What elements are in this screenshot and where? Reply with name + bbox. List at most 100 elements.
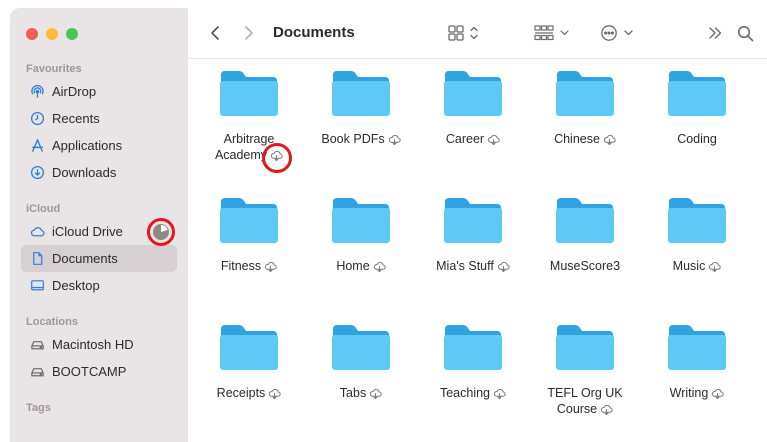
icon-grid-icon bbox=[448, 25, 478, 41]
folder-label: Chinese bbox=[554, 131, 616, 149]
folder-label: Coding bbox=[677, 131, 717, 147]
folder-label: Book PDFs bbox=[321, 131, 401, 149]
folder-name: Fitness bbox=[220, 259, 262, 273]
folder-name: Receipts bbox=[216, 386, 266, 400]
folder-name: Home bbox=[336, 259, 370, 273]
folder-item[interactable]: Fitness bbox=[193, 196, 305, 276]
folder-label: Career bbox=[446, 131, 500, 149]
sidebar-item-downloads[interactable]: Downloads bbox=[21, 159, 177, 186]
folder-item[interactable]: Tabs bbox=[305, 323, 417, 403]
more-toolbar-button[interactable] bbox=[705, 22, 725, 44]
forward-button[interactable] bbox=[240, 22, 258, 44]
applications-icon bbox=[29, 138, 45, 154]
folder-icon bbox=[443, 69, 503, 117]
folder-item[interactable]: TEFL Org UK Course bbox=[529, 323, 641, 419]
folder-item[interactable]: Home bbox=[305, 196, 417, 276]
folder-icon bbox=[331, 69, 391, 117]
view-mode-button[interactable] bbox=[443, 22, 483, 44]
group-by-button[interactable] bbox=[531, 22, 573, 44]
folder-name: Career bbox=[445, 132, 485, 146]
back-button[interactable] bbox=[206, 22, 224, 44]
sidebar-item-recents[interactable]: Recents bbox=[21, 105, 177, 132]
folder-label: TEFL Org UK Course bbox=[547, 385, 622, 419]
sidebar-item-label: Documents bbox=[52, 251, 118, 266]
desktop-icon bbox=[29, 278, 45, 294]
search-button[interactable] bbox=[734, 22, 756, 44]
folder-icon bbox=[331, 196, 391, 244]
document-icon bbox=[29, 251, 45, 267]
sidebar-item-airdrop[interactable]: AirDrop bbox=[21, 78, 177, 105]
cloud-download-icon[interactable] bbox=[493, 387, 506, 403]
cloud-download-icon[interactable] bbox=[268, 387, 282, 403]
zoom-button[interactable] bbox=[66, 28, 78, 40]
download-icon bbox=[29, 165, 45, 181]
folder-name: Coding bbox=[677, 132, 717, 146]
folder-item[interactable]: MuseScore3 bbox=[529, 196, 641, 274]
search-icon bbox=[737, 25, 753, 41]
folder-icon bbox=[443, 196, 503, 244]
cloud-download-icon[interactable] bbox=[373, 260, 386, 276]
folder-name: Chinese bbox=[554, 132, 600, 146]
folder-item[interactable]: Coding bbox=[641, 69, 753, 147]
chevron-double-right-icon bbox=[709, 27, 722, 39]
sidebar-item-bootcamp[interactable]: BOOTCAMP bbox=[21, 358, 177, 385]
folder-name-line2: Course bbox=[556, 402, 598, 416]
cloud-download-icon[interactable] bbox=[487, 133, 500, 149]
section-title-tags: Tags bbox=[26, 402, 51, 414]
folder-icon bbox=[667, 323, 727, 371]
chevron-right-icon bbox=[245, 26, 253, 40]
section-title-locations: Locations bbox=[26, 316, 78, 328]
sidebar-item-label: Desktop bbox=[52, 278, 100, 293]
sidebar-item-label: Applications bbox=[52, 138, 123, 153]
group-icon bbox=[534, 25, 569, 41]
folder-item[interactable]: Receipts bbox=[193, 323, 305, 403]
cloud-download-icon[interactable] bbox=[711, 387, 725, 403]
section-title-favourites: Favourites bbox=[26, 63, 82, 75]
sidebar-item-documents[interactable]: Documents bbox=[21, 245, 177, 272]
sidebar-item-applications[interactable]: Applications bbox=[21, 132, 177, 159]
folder-name: Book PDFs bbox=[321, 132, 385, 146]
airdrop-icon bbox=[29, 84, 45, 100]
folder-icon bbox=[667, 69, 727, 117]
main-content: Documents Arbitrage Academy Book PDFs Ca… bbox=[188, 8, 767, 442]
cloud-download-icon[interactable] bbox=[603, 133, 616, 149]
cloud-download-icon[interactable] bbox=[497, 260, 510, 276]
drive-icon bbox=[29, 337, 45, 353]
folder-icon bbox=[555, 323, 615, 371]
icloud-sync-progress-icon bbox=[147, 218, 175, 246]
folder-label: Music bbox=[673, 258, 722, 276]
cloud-icon bbox=[29, 224, 45, 240]
folder-label: Fitness bbox=[221, 258, 277, 276]
folder-icon bbox=[331, 323, 391, 371]
clock-icon bbox=[29, 111, 45, 127]
sidebar-item-label: Macintosh HD bbox=[52, 337, 134, 352]
sidebar-item-label: Downloads bbox=[52, 165, 117, 180]
cloud-download-icon[interactable] bbox=[708, 260, 722, 276]
folder-label: Writing bbox=[670, 385, 725, 403]
cloud-download-icon[interactable] bbox=[388, 133, 401, 149]
folder-name: Tabs bbox=[339, 386, 367, 400]
folder-name: Music bbox=[672, 259, 706, 273]
folder-item[interactable]: Career bbox=[417, 69, 529, 149]
sidebar-item-label: Recents bbox=[52, 111, 100, 126]
folder-item[interactable]: Music bbox=[641, 196, 753, 276]
sidebar-item-label: AirDrop bbox=[52, 84, 97, 99]
close-button[interactable] bbox=[26, 28, 38, 40]
folder-icon bbox=[219, 323, 279, 371]
folder-item[interactable]: Chinese bbox=[529, 69, 641, 149]
action-menu-button[interactable] bbox=[598, 22, 638, 44]
folder-item[interactable]: Writing bbox=[641, 323, 753, 403]
cloud-download-icon[interactable] bbox=[600, 403, 613, 419]
cloud-download-icon[interactable] bbox=[264, 260, 277, 276]
folder-label: Home bbox=[336, 258, 386, 276]
folder-item[interactable]: Teaching bbox=[417, 323, 529, 403]
folder-item[interactable]: Mia's Stuff bbox=[417, 196, 529, 276]
sidebar-item-macintosh-hd[interactable]: Macintosh HD bbox=[21, 331, 177, 358]
folder-name-line2: Academy bbox=[214, 148, 268, 162]
folder-name: Arbitrage bbox=[223, 132, 275, 146]
sidebar-item-desktop[interactable]: Desktop bbox=[21, 272, 177, 299]
finder-window: Favourites AirDrop Recents Applications … bbox=[10, 8, 767, 442]
folder-item[interactable]: Book PDFs bbox=[305, 69, 417, 149]
minimize-button[interactable] bbox=[46, 28, 58, 40]
cloud-download-icon[interactable] bbox=[369, 387, 382, 403]
